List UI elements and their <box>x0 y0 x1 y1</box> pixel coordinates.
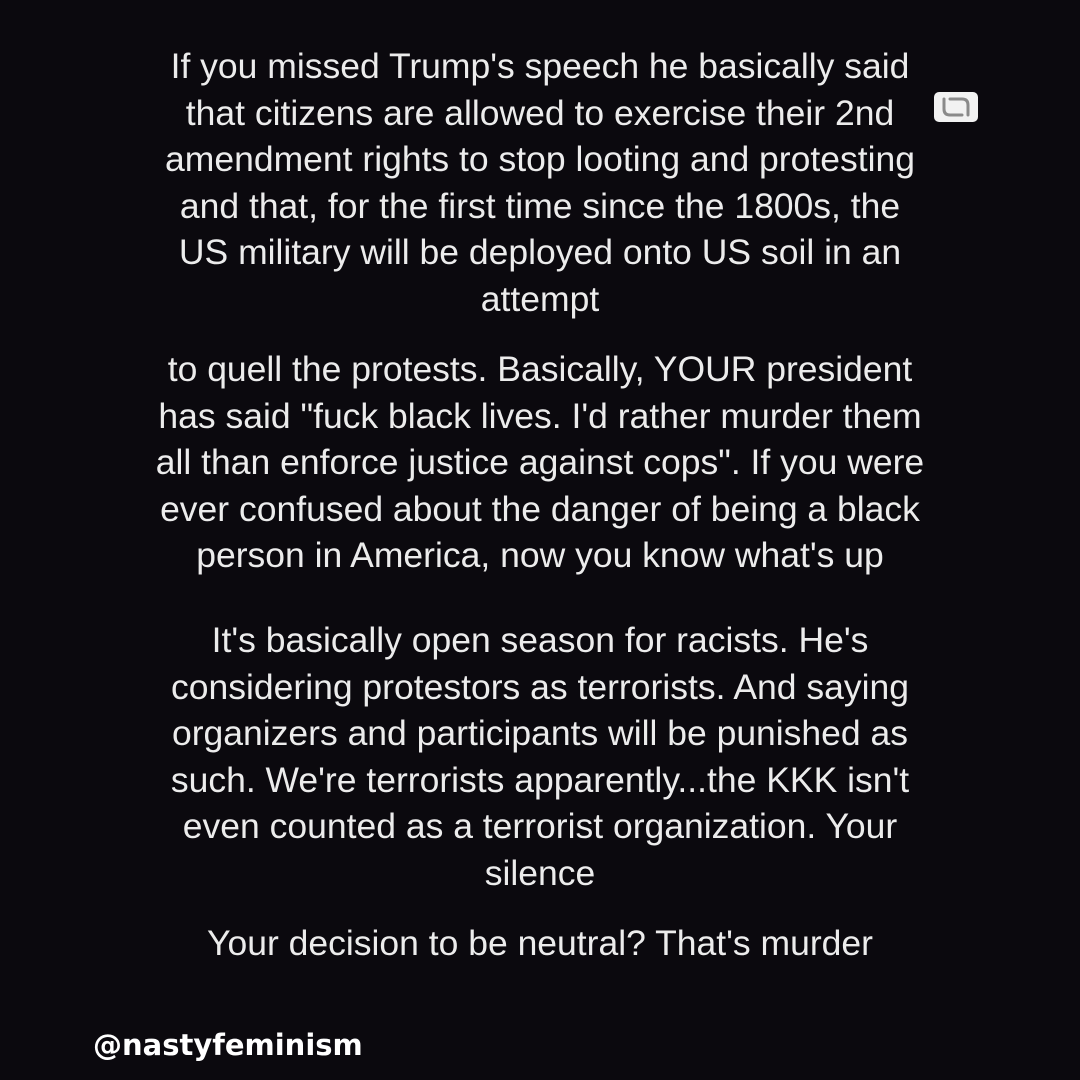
paragraph-line: all than enforce justice against cops". … <box>155 442 925 482</box>
paragraph-line: attempt <box>480 278 600 319</box>
paragraph-line: person in America, now you know what's u… <box>196 535 884 575</box>
repost-icon <box>934 92 978 122</box>
paragraph-line: that citizens are allowed to exercise th… <box>185 92 895 133</box>
paragraph-line: It's basically open season for racists. … <box>211 620 869 660</box>
account-handle: @nastyfeminism <box>93 1028 363 1062</box>
paragraph-line: ever confused about the danger of being … <box>160 488 920 529</box>
paragraph-line: even counted as a terrorist organization… <box>182 806 898 846</box>
paragraph-line: If you missed Trump's speech he basicall… <box>170 46 910 86</box>
post-image: If you missed Trump's speech he basicall… <box>0 0 1080 1080</box>
paragraph-line: to quell the protests. Basically, YOUR p… <box>167 349 913 389</box>
paragraph-4: Your decision to be neutral? That's murd… <box>40 920 1040 967</box>
paragraph-line: considering protestors as terrorists. An… <box>171 666 909 707</box>
paragraph-1: If you missed Trump's speech he basicall… <box>40 43 1040 322</box>
paragraph-line: has said "fuck black lives. I'd rather m… <box>158 395 922 436</box>
paragraph-line: silence <box>484 852 596 893</box>
paragraph-line: amendment rights to stop looting and pro… <box>165 139 915 179</box>
paragraph-line: and that, for the first time since the 1… <box>179 185 901 226</box>
paragraph-3: It's basically open season for racists. … <box>40 617 1040 896</box>
paragraph-line: Your decision to be neutral? That's murd… <box>207 923 873 963</box>
paragraph-2: to quell the protests. Basically, YOUR p… <box>40 346 1040 579</box>
paragraph-line: such. We're terrorists apparently...the … <box>170 759 910 800</box>
paragraph-line: US military will be deployed onto US soi… <box>178 232 902 272</box>
paragraph-line: organizers and participants will be puni… <box>171 713 909 753</box>
